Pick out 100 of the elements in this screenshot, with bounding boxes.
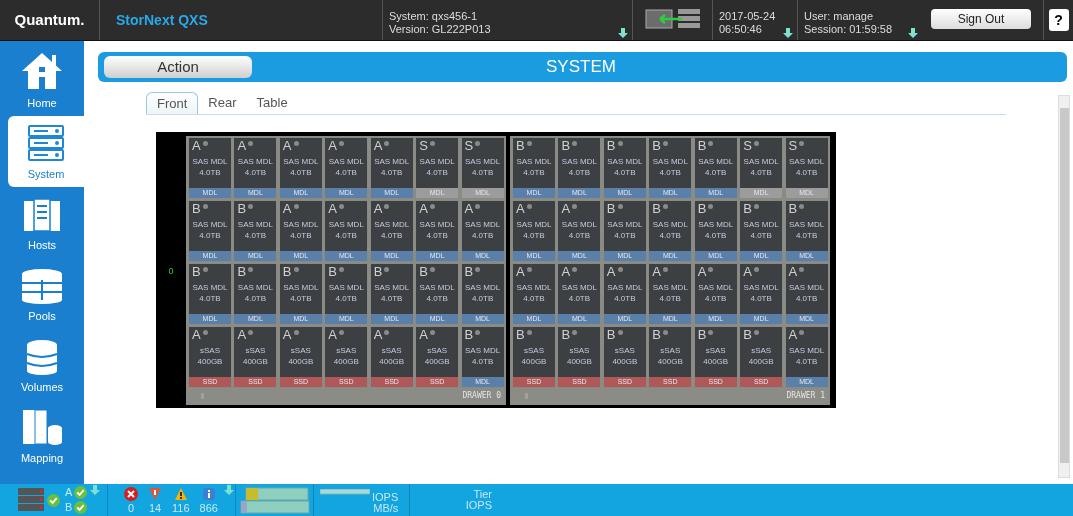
system-name: System: qxs456-1 bbox=[389, 10, 479, 23]
drive-size: 400GB bbox=[287, 355, 315, 367]
status-led-icon bbox=[384, 140, 390, 146]
nav-item[interactable]: Volumes bbox=[0, 329, 84, 400]
nav-item[interactable]: Home bbox=[0, 45, 84, 116]
status-led-icon bbox=[617, 140, 623, 146]
drive-type: sSAS bbox=[704, 344, 727, 356]
drive-letter: B bbox=[282, 264, 292, 279]
status-led-icon bbox=[662, 329, 668, 335]
drive-size: 4.0TB bbox=[198, 229, 222, 241]
status-led-icon bbox=[617, 266, 623, 272]
drive-size: 4.0TB bbox=[613, 166, 637, 178]
drive-type: SAS MDL bbox=[515, 155, 553, 167]
status-led-icon bbox=[293, 329, 299, 335]
drive-letter: B bbox=[652, 327, 661, 342]
drive-type: SAS MDL bbox=[236, 218, 274, 230]
view-tab[interactable]: Front bbox=[146, 92, 199, 114]
up-arrow-icon[interactable] bbox=[223, 485, 234, 495]
drive-size: 400GB bbox=[747, 355, 775, 367]
drive-letter: A bbox=[373, 327, 383, 342]
status-led-icon bbox=[572, 329, 578, 335]
drive-size: 4.0TB bbox=[243, 166, 268, 178]
drive-letter: B bbox=[606, 201, 616, 216]
drive-letter: A bbox=[516, 264, 525, 279]
status-led-icon bbox=[248, 140, 254, 146]
drive-letter: A bbox=[606, 264, 616, 279]
check-icon bbox=[74, 501, 88, 514]
tier-label: Tier bbox=[473, 489, 492, 500]
drive-type: SAS MDL bbox=[191, 281, 229, 293]
up-arrow-icon[interactable] bbox=[90, 485, 101, 495]
drive-letter: A bbox=[561, 201, 571, 216]
scrollbar[interactable] bbox=[1058, 95, 1070, 478]
drive-type: SAS MDL bbox=[515, 218, 553, 230]
drive-size: 4.0TB bbox=[425, 229, 449, 241]
drive-size: 4.0TB bbox=[522, 166, 546, 178]
drive-size: 4.0TB bbox=[470, 355, 495, 367]
down-arrow-icon[interactable] bbox=[783, 28, 793, 38]
nav-item[interactable]: Mapping bbox=[0, 400, 84, 471]
drive-size: 4.0TB bbox=[522, 292, 546, 304]
perf-label: IOPS bbox=[372, 492, 399, 503]
drive-type: SAS MDL bbox=[236, 281, 274, 293]
status-led-icon bbox=[202, 203, 208, 209]
drive-type: sSAS bbox=[523, 344, 545, 356]
drive-size: 4.0TB bbox=[704, 292, 728, 304]
drive-size: 400GB bbox=[423, 355, 451, 367]
help-button[interactable]: ? bbox=[1048, 9, 1069, 31]
drawer-label: DRAWER 1 bbox=[786, 389, 825, 402]
drive-letter: S bbox=[419, 138, 428, 153]
view-tab[interactable]: Rear bbox=[198, 92, 247, 114]
drive-letter: B bbox=[561, 138, 571, 153]
down-arrow-icon[interactable] bbox=[618, 28, 628, 38]
drive-type: SAS MDL bbox=[418, 281, 456, 293]
status-led-icon bbox=[708, 140, 714, 146]
product-name: StorNext QXS bbox=[116, 10, 208, 30]
drive-size: 400GB bbox=[520, 355, 548, 367]
drive-letter: B bbox=[697, 327, 707, 342]
drive-type: SAS MDL bbox=[697, 218, 735, 230]
check-icon bbox=[74, 486, 88, 499]
drive-letter: B bbox=[237, 264, 247, 279]
drive-letter: A bbox=[192, 327, 201, 342]
storage-array-icon bbox=[18, 488, 44, 512]
status-led-icon bbox=[248, 266, 254, 272]
nav-item[interactable]: Pools bbox=[0, 258, 84, 329]
drive-size: 4.0TB bbox=[334, 166, 358, 178]
page-title: SYSTEM bbox=[546, 56, 616, 79]
drive-type: SAS MDL bbox=[464, 218, 502, 230]
drive-type: sSAS bbox=[568, 344, 591, 356]
drive-letter: A bbox=[282, 138, 292, 153]
drive-size: 400GB bbox=[565, 355, 593, 367]
drive-size: 4.0TB bbox=[704, 229, 728, 241]
drive-type: SAS MDL bbox=[651, 155, 689, 167]
server-database-icon bbox=[21, 407, 63, 446]
view-tab[interactable]: Table bbox=[246, 92, 298, 114]
nav-item[interactable]: Hosts bbox=[0, 187, 84, 258]
drive-letter: B bbox=[561, 327, 571, 342]
controller-label: A bbox=[65, 487, 73, 498]
drive-size: 4.0TB bbox=[567, 229, 592, 241]
status-led-icon bbox=[202, 266, 208, 272]
drive-size: 4.0TB bbox=[243, 229, 268, 241]
drive-size: 4.0TB bbox=[749, 166, 773, 178]
drive-size: 4.0TB bbox=[470, 292, 495, 304]
status-led-icon bbox=[384, 203, 390, 209]
database-stack-icon bbox=[20, 267, 64, 304]
drive-letter: A bbox=[652, 264, 661, 279]
status-led-icon bbox=[338, 140, 344, 146]
drive-type: SAS MDL bbox=[651, 281, 689, 293]
status-led-icon bbox=[338, 203, 344, 209]
drive-type: SAS MDL bbox=[560, 281, 598, 293]
status-led-icon bbox=[202, 329, 208, 335]
drive-size: 4.0TB bbox=[749, 292, 773, 304]
sign-out-button[interactable]: Sign Out bbox=[931, 9, 1031, 29]
drive-letter: B bbox=[237, 201, 247, 216]
nav-item[interactable]: System bbox=[8, 116, 84, 187]
down-arrow-icon[interactable] bbox=[908, 28, 919, 38]
drive-letter: B bbox=[419, 264, 428, 279]
date-label: 2017-05-24 bbox=[719, 10, 776, 23]
drive-letter: A bbox=[419, 327, 428, 342]
action-button[interactable]: Action bbox=[104, 56, 252, 78]
capacity-bar-icon bbox=[239, 486, 310, 514]
performance-bar-icon bbox=[320, 489, 370, 495]
